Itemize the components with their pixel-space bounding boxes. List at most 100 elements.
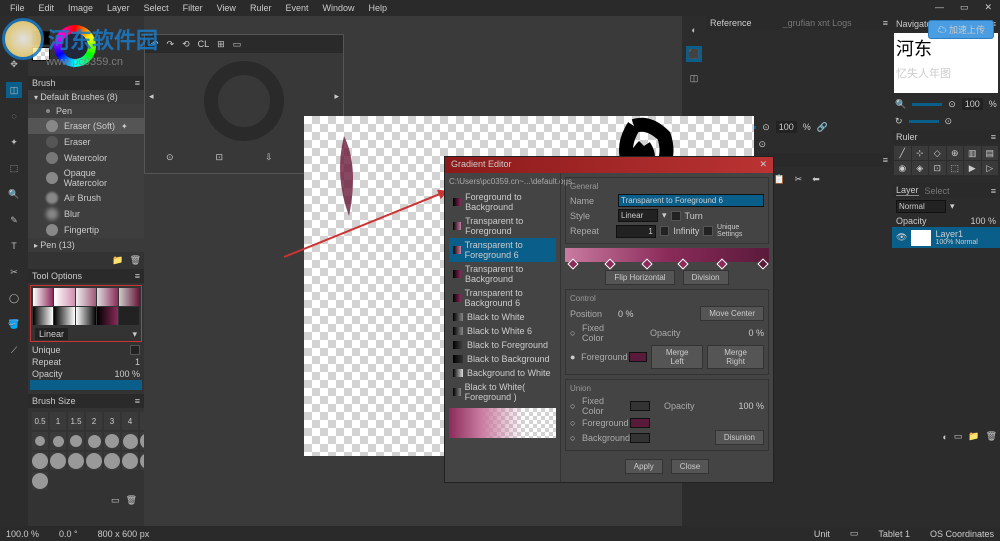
brush-size-6[interactable]	[32, 432, 48, 450]
background-swatch[interactable]	[32, 47, 50, 61]
brush-size-16[interactable]	[104, 432, 120, 450]
brush-size-20[interactable]	[122, 432, 138, 450]
cl-icon[interactable]: CL	[198, 39, 210, 49]
unique-checkbox[interactable]	[130, 345, 140, 355]
brush-pen[interactable]: Pen	[28, 104, 144, 118]
fg-color-swatch[interactable]	[629, 352, 647, 362]
rotate-reset-icon[interactable]: ⊙	[759, 139, 767, 150]
ruler-preset[interactable]: ▤	[982, 146, 999, 160]
close-button[interactable]: Close	[671, 459, 709, 474]
dialog-close-icon[interactable]: ✕	[759, 159, 767, 171]
visibility-icon[interactable]: 👁	[896, 232, 907, 243]
brush-size-1.5[interactable]: 1.5	[68, 412, 84, 430]
tool-lasso[interactable]: ◌	[6, 108, 22, 124]
zoom-out-icon[interactable]: 🔍	[895, 99, 906, 110]
status-zoom[interactable]: 100.0 %	[6, 529, 39, 539]
ruler-preset[interactable]: ⬚	[947, 161, 964, 175]
minimize-icon[interactable]: —	[931, 0, 948, 15]
menu-file[interactable]: File	[4, 1, 31, 15]
nav-right-icon[interactable]: ▸	[334, 91, 339, 102]
nav-zoom-value[interactable]: 100	[962, 98, 983, 110]
rtool-1[interactable]: ◐	[686, 22, 702, 38]
close-icon[interactable]: ✕	[980, 0, 996, 15]
turn-checkbox[interactable]	[671, 211, 681, 221]
navigator-preview[interactable]: 河东忆失人年图	[894, 33, 998, 93]
layer-opacity-value[interactable]: 100 %	[970, 216, 996, 226]
repeat-input[interactable]: 1	[616, 225, 656, 238]
zoom-actual-icon[interactable]: ⊡	[215, 152, 223, 163]
status-tablet[interactable]: Tablet 1	[878, 529, 910, 539]
brush-airbrush[interactable]: Air Brush	[28, 190, 144, 206]
redo-icon[interactable]: ↷	[167, 39, 175, 50]
ruler-tab[interactable]: Ruler	[896, 132, 918, 142]
trash-icon[interactable]: 🗑	[130, 255, 141, 266]
brush-group[interactable]: ▾ Default Brushes (8)	[28, 90, 144, 104]
menu-event[interactable]: Event	[279, 1, 314, 15]
gradient-preset[interactable]: Black to White 6	[449, 324, 556, 338]
merge-left-button[interactable]: Merge Left	[651, 345, 703, 369]
disunion-button[interactable]: Disunion	[715, 430, 764, 445]
brush-size-32[interactable]	[50, 452, 66, 470]
paste-icon[interactable]: 📋	[773, 174, 784, 185]
brush-fingertip[interactable]: Fingertip	[28, 222, 144, 238]
tool-zoom[interactable]: 🔍	[6, 186, 22, 202]
layer-tab[interactable]: Layer	[896, 185, 919, 196]
brush-opaque-wc[interactable]: Opaque Watercolor	[28, 166, 144, 190]
brush-size-28[interactable]	[32, 452, 48, 470]
ruler-preset[interactable]: ⊡	[929, 161, 946, 175]
brush-size-8[interactable]	[50, 432, 66, 450]
unique-checkbox[interactable]	[703, 226, 713, 236]
gradient-preset-thumb[interactable]	[33, 307, 53, 325]
tool-move[interactable]: ✥	[6, 56, 22, 72]
gradient-preset-thumb[interactable]	[76, 307, 96, 325]
move-center-button[interactable]: Move Center	[700, 306, 764, 321]
ruler-preset[interactable]: ╱	[894, 146, 911, 160]
gradient-style-select[interactable]: Linear	[35, 328, 68, 340]
gradient-bar[interactable]	[565, 248, 769, 262]
trash-icon[interactable]: 🗑	[126, 495, 137, 506]
gradient-preset-thumb[interactable]	[54, 288, 74, 306]
gradient-preset[interactable]: Black to Foreground	[449, 338, 556, 352]
menu-edit[interactable]: Edit	[33, 1, 61, 15]
cut-icon[interactable]: ✂	[795, 174, 803, 185]
panel-menu-icon[interactable]: ≡	[135, 396, 140, 406]
add-icon[interactable]: ▭	[111, 495, 120, 506]
status-unit[interactable]: Unit	[814, 529, 830, 539]
gradient-preset-thumb[interactable]	[33, 288, 53, 306]
foreground-swatch[interactable]	[32, 31, 50, 45]
brush-watercolor[interactable]: Watercolor	[28, 150, 144, 166]
brush-size-0.5[interactable]: 0.5	[32, 412, 48, 430]
ruler-preset[interactable]: ◇	[929, 146, 946, 160]
gradient-preset-thumb[interactable]	[54, 307, 74, 325]
menu-window[interactable]: Window	[316, 1, 360, 15]
nav-ring[interactable]	[204, 61, 284, 141]
u-fg-swatch[interactable]	[630, 418, 650, 428]
layer-item[interactable]: 👁 Layer1100% Normal	[892, 227, 1000, 248]
apply-button[interactable]: Apply	[625, 459, 663, 474]
ruler-preset[interactable]: ▷	[982, 161, 999, 175]
brush-sub[interactable]: ▸ Pen (13)	[28, 238, 144, 252]
brush-size-10[interactable]	[68, 432, 84, 450]
color-wheel[interactable]	[54, 25, 96, 67]
zoom-fit-icon[interactable]: ⊙	[166, 152, 174, 163]
gradient-preset-thumb[interactable]	[119, 288, 139, 306]
brush-size-4[interactable]: 4	[122, 412, 138, 430]
tool-crop[interactable]: ✂	[6, 264, 22, 280]
sync-icon[interactable]: 🔗	[817, 122, 828, 133]
panel-menu-icon[interactable]: ≡	[135, 271, 140, 281]
nav-zoom-slider[interactable]	[912, 103, 942, 106]
flip-horizontal-button[interactable]: Flip Horizontal	[605, 270, 674, 285]
ruler-preset[interactable]: ◈	[912, 161, 929, 175]
brush-size-1[interactable]: 1	[50, 412, 66, 430]
tool-eyedrop[interactable]: ⟋	[6, 342, 22, 358]
reference-tab[interactable]: Reference	[710, 18, 752, 28]
menu-ruler[interactable]: Ruler	[244, 1, 278, 15]
gradient-preset-thumb[interactable]	[119, 307, 139, 325]
rect-icon[interactable]: ▭	[233, 39, 242, 50]
ruler-preset[interactable]: ▶	[964, 161, 981, 175]
gradient-preset[interactable]: Transparent to Foreground 6	[449, 238, 556, 262]
opacity-slider[interactable]	[30, 380, 142, 390]
brush-size-40[interactable]	[86, 452, 102, 470]
rtool-3[interactable]: ◫	[686, 70, 702, 86]
ruler-preset[interactable]: ◉	[894, 161, 911, 175]
